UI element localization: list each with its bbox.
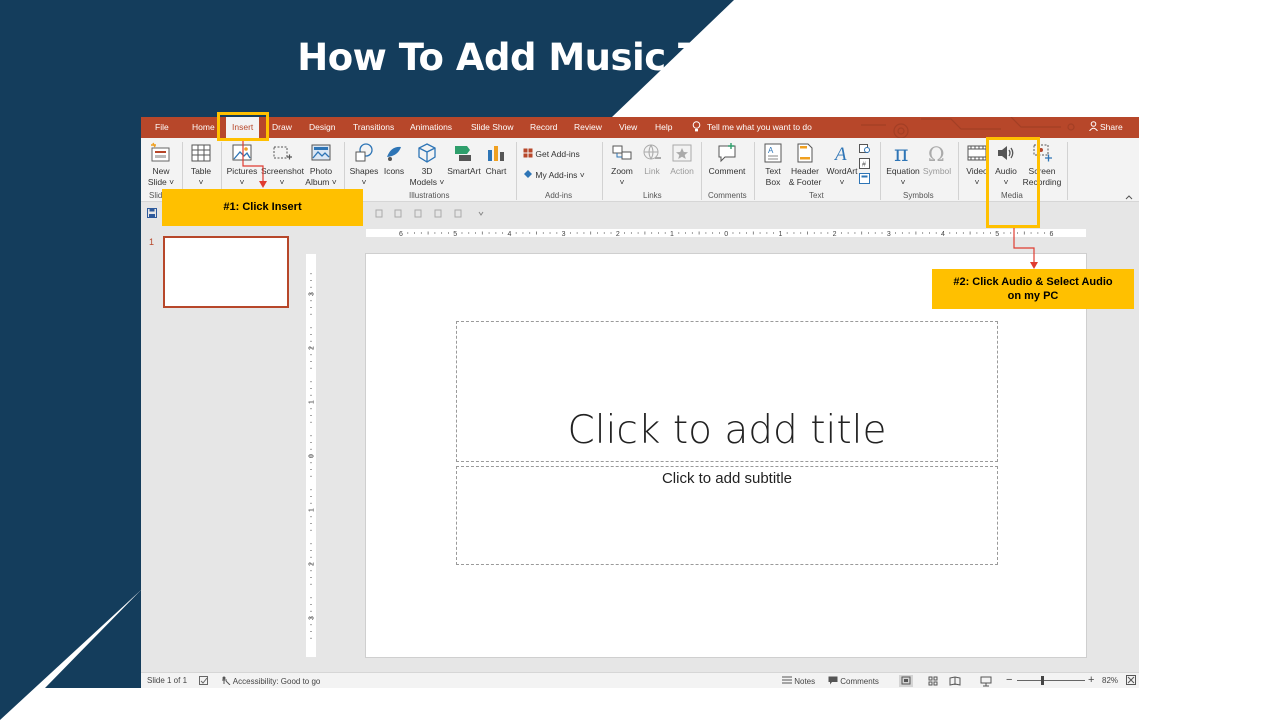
callout-step1: #1: Click Insert [162, 189, 363, 226]
callout-step2: #2: Click Audio & Select Audio on my PC [932, 269, 1134, 309]
arrow-step1 [242, 141, 267, 188]
arrows-overlay [242, 141, 1038, 269]
arrow-step2 [1013, 228, 1038, 269]
